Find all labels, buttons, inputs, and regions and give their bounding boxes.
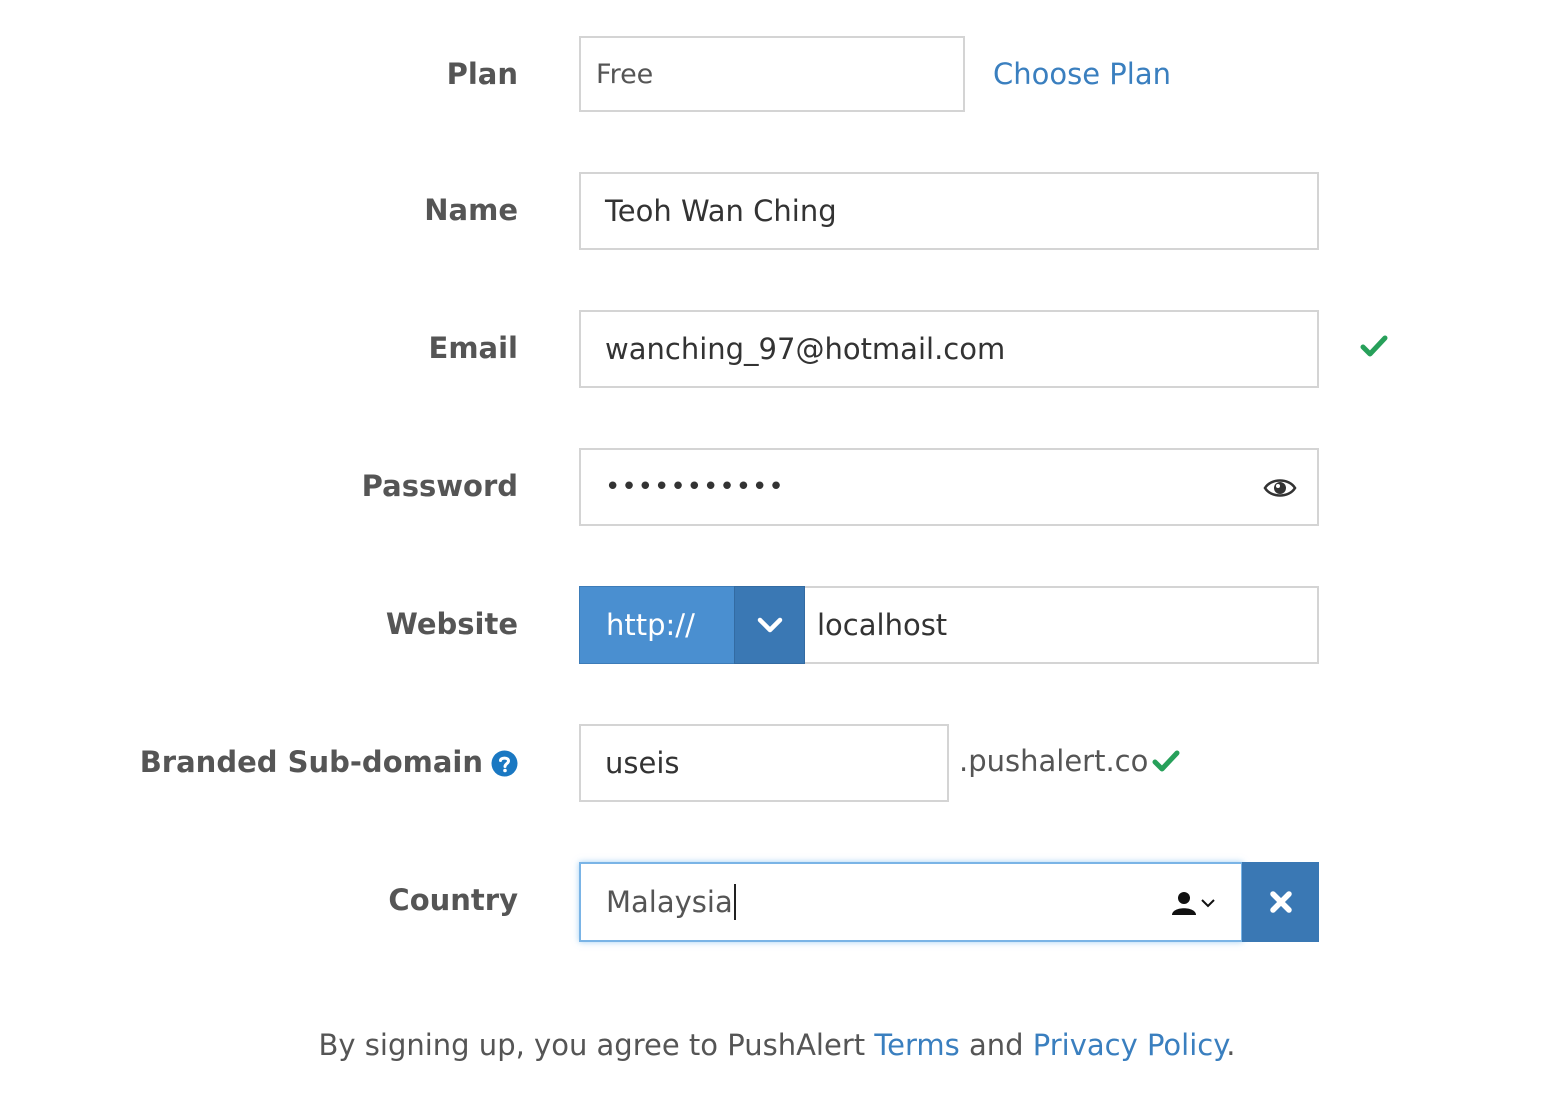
terms-notice: By signing up, you agree to PushAlert Te… [0, 1026, 1554, 1064]
subdomain-label-group: Branded Sub-domain [140, 744, 518, 780]
terms-link[interactable]: Terms [874, 1028, 959, 1062]
plan-field: Free [579, 36, 965, 112]
text-cursor [733, 884, 736, 920]
name-label: Name [424, 193, 518, 227]
country-input[interactable]: Malaysia [579, 862, 1243, 942]
name-input[interactable]: Teoh Wan Ching [579, 172, 1319, 250]
subdomain-suffix: .pushalert.co [959, 744, 1149, 778]
email-input[interactable]: wanching_97@hotmail.com [579, 310, 1319, 388]
subdomain-check-icon [1152, 749, 1180, 773]
name-value: Teoh Wan Ching [605, 194, 837, 228]
terms-and: and [959, 1028, 1033, 1062]
website-input-group: http:// localhost [579, 586, 1319, 664]
close-icon [1269, 891, 1292, 913]
chevron-down-icon [1201, 899, 1215, 908]
terms-suffix: . [1226, 1028, 1236, 1062]
country-value: Malaysia [606, 885, 733, 919]
password-value: ••••••••••• [605, 472, 785, 502]
country-label: Country [388, 883, 518, 917]
clear-country-button[interactable] [1242, 862, 1319, 942]
plan-label: Plan [446, 57, 518, 91]
subdomain-label: Branded Sub-domain [139, 745, 483, 779]
signup-form: Plan Free Choose Plan Name Teoh Wan Chin… [0, 0, 1554, 1118]
question-circle-icon[interactable] [491, 749, 518, 776]
chevron-down-icon[interactable] [734, 586, 805, 664]
website-label: Website [385, 607, 518, 641]
choose-plan-link[interactable]: Choose Plan [993, 55, 1171, 93]
protocol-select[interactable]: http:// [579, 586, 734, 664]
privacy-policy-link[interactable]: Privacy Policy [1033, 1028, 1227, 1062]
user-icon[interactable] [1171, 890, 1215, 916]
password-label: Password [361, 469, 518, 503]
subdomain-input[interactable]: useis [579, 724, 949, 802]
email-check-icon [1360, 334, 1388, 358]
eye-icon[interactable] [1263, 474, 1297, 502]
website-input[interactable]: localhost [805, 586, 1319, 664]
password-input[interactable]: ••••••••••• [579, 448, 1319, 526]
subdomain-value: useis [605, 746, 680, 780]
terms-prefix: By signing up, you agree to PushAlert [318, 1028, 875, 1062]
email-value: wanching_97@hotmail.com [605, 332, 1006, 366]
email-label: Email [428, 331, 518, 365]
website-value: localhost [817, 608, 948, 642]
